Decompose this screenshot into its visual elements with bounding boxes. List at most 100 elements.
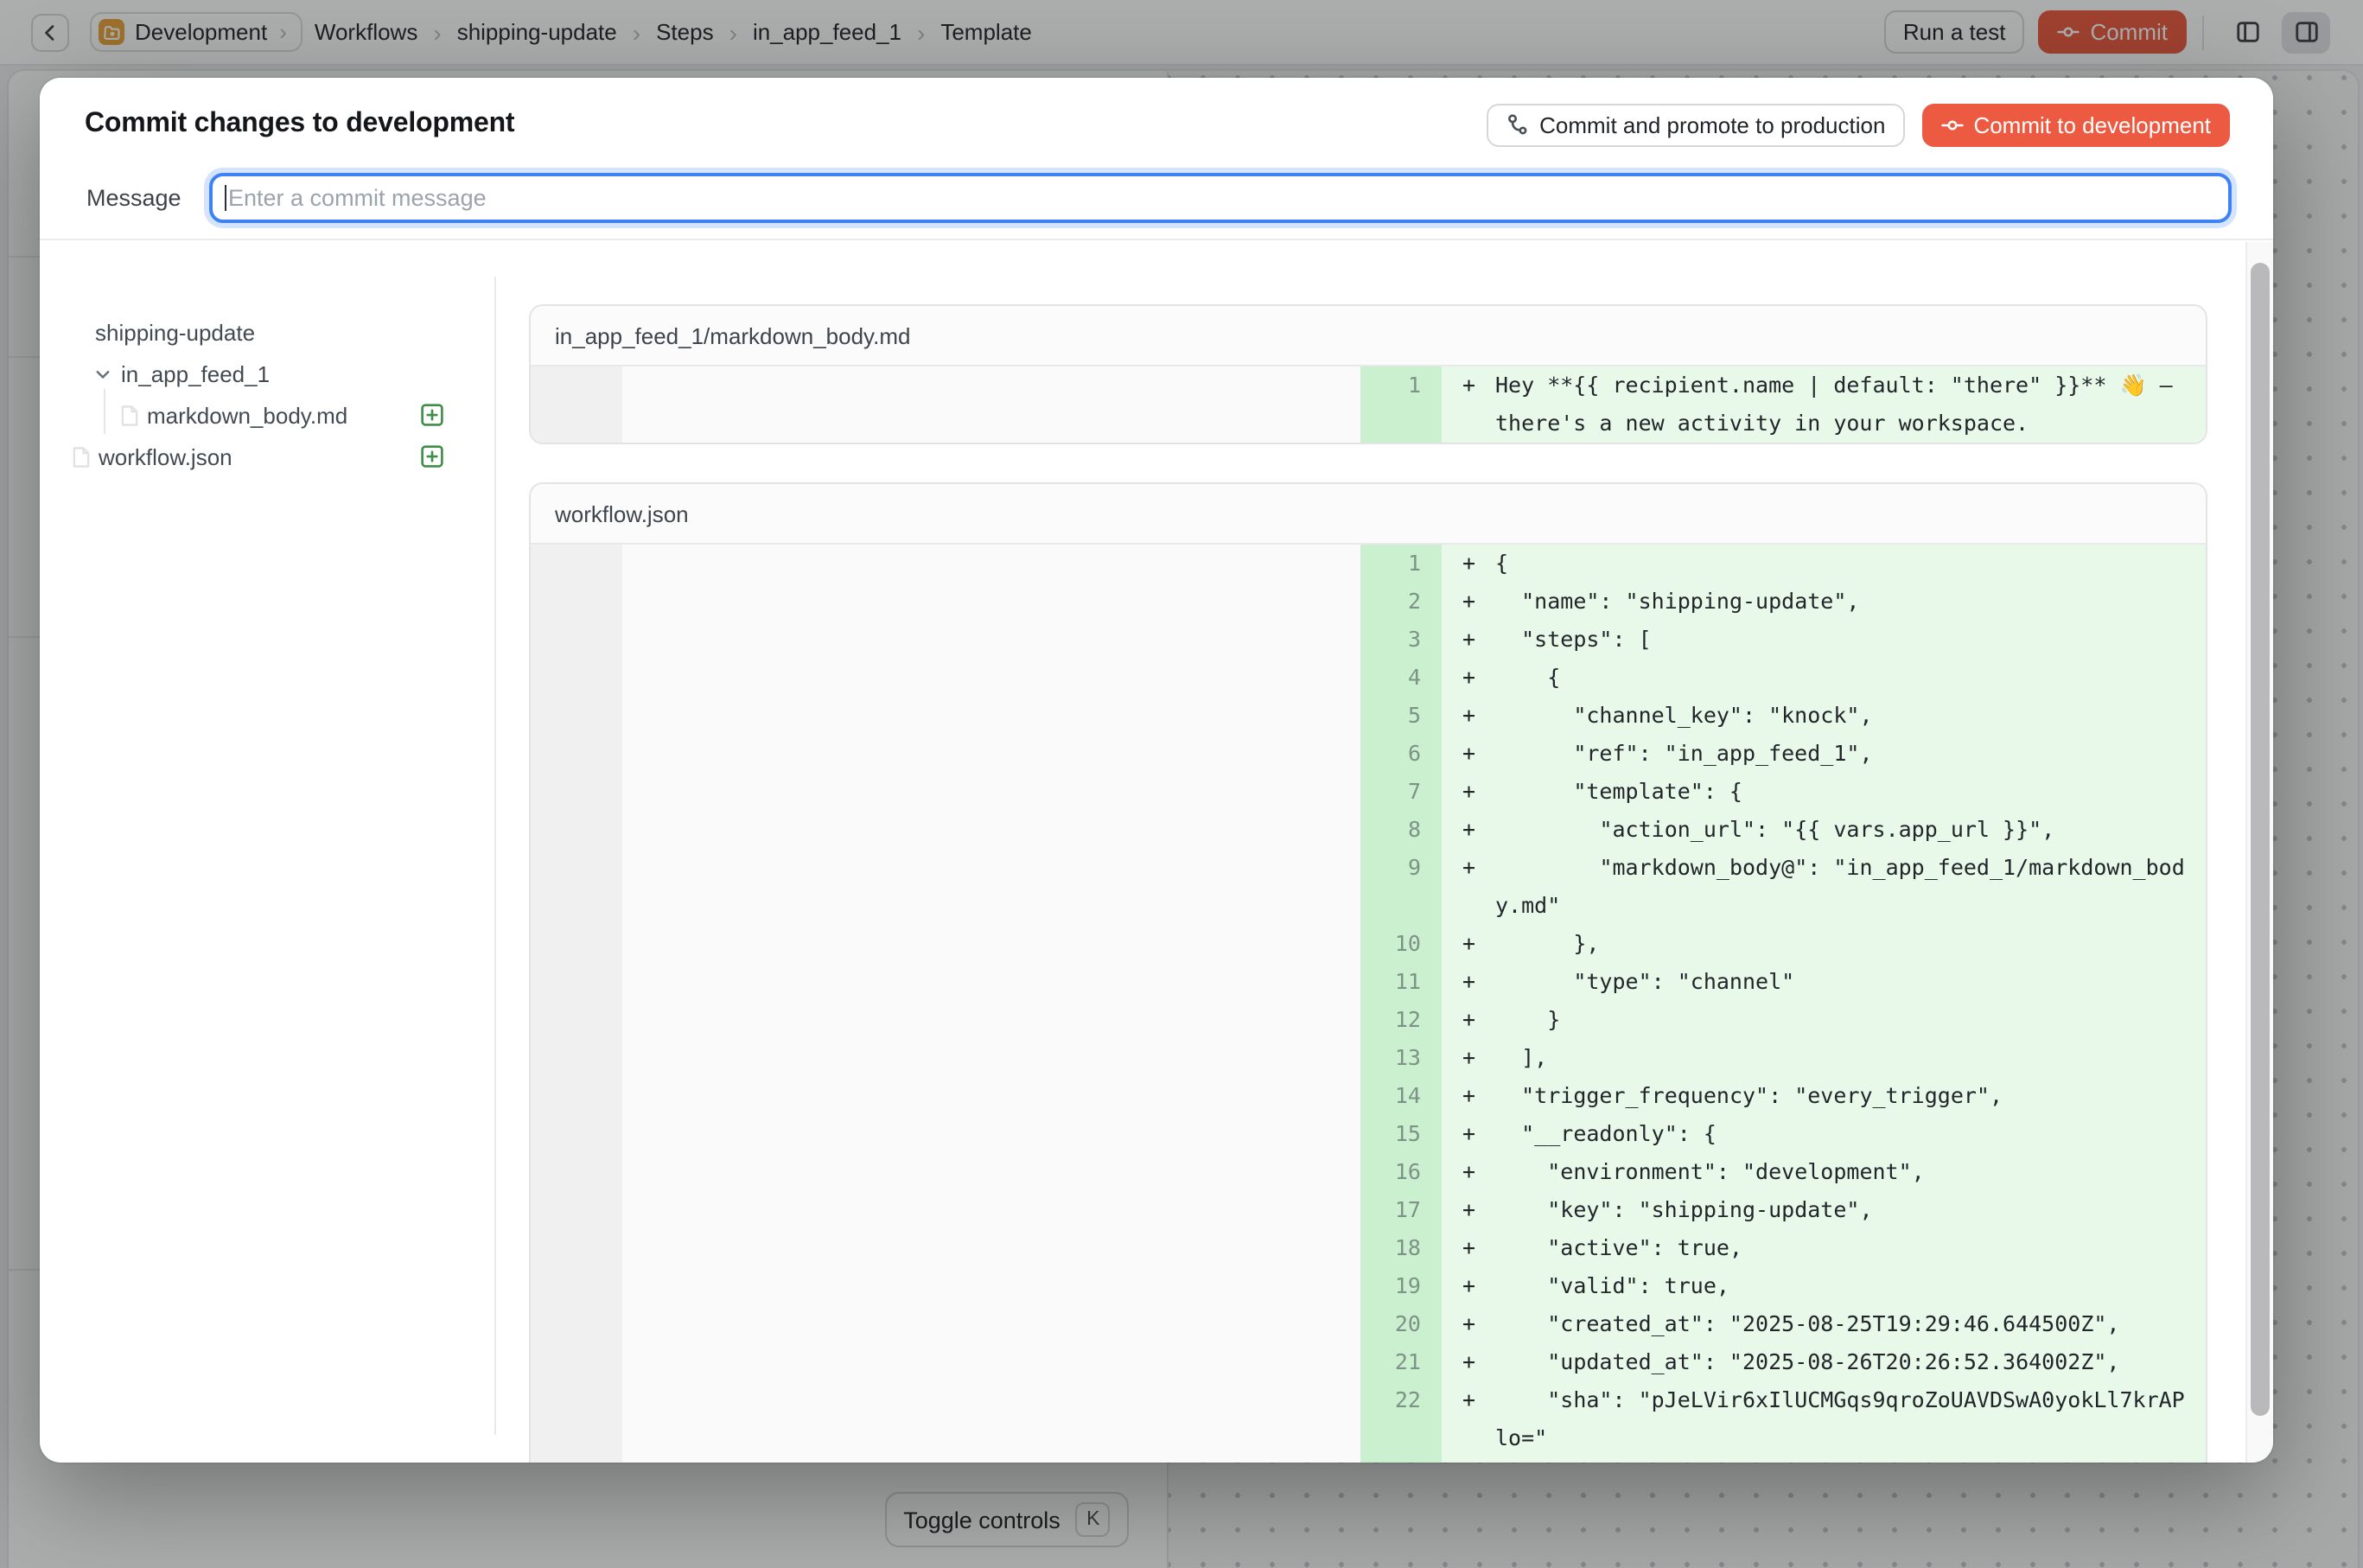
diff-added-sign: +	[1462, 367, 1475, 405]
diff-added-sign: +	[1462, 1153, 1475, 1191]
diff-line-number: 9	[1360, 849, 1442, 925]
diff-added-sign: +	[1462, 1267, 1475, 1305]
diff-line-code: + }	[1442, 1457, 2206, 1463]
diff-old-content	[622, 367, 1360, 443]
scrollbar-thumb[interactable]	[2251, 263, 2270, 1416]
added-file-badge	[420, 444, 444, 468]
diff-code-text: {	[1495, 550, 1508, 576]
diff-line-code: +{	[1442, 545, 2206, 583]
diff-line: 3+ "steps": [	[1360, 621, 2206, 659]
tree-folder-in-app-feed[interactable]: in_app_feed_1	[40, 353, 496, 394]
diff-line: 20+ "created_at": "2025-08-25T19:29:46.6…	[1360, 1305, 2206, 1343]
diff-line: 7+ "template": {	[1360, 773, 2206, 811]
diff-line-code: + "key": "shipping-update",	[1442, 1191, 2206, 1229]
diff-line-number: 14	[1360, 1077, 1442, 1115]
diff-line-number: 13	[1360, 1039, 1442, 1077]
diff-line-number: 21	[1360, 1343, 1442, 1381]
diff-line-code: + "sha": "pJeLVir6xIlUCMGqs9qroZoUAVDSwA…	[1442, 1381, 2206, 1457]
diff-code-text: "ref": "in_app_feed_1",	[1495, 740, 1873, 766]
diff-code-text: "environment": "development",	[1495, 1158, 1925, 1184]
diff-line-code: + "created_at": "2025-08-25T19:29:46.644…	[1442, 1305, 2206, 1343]
diff-added-sign: +	[1462, 1381, 1475, 1419]
diff-line: 17+ "key": "shipping-update",	[1360, 1191, 2206, 1229]
tree-root-workflow[interactable]: shipping-update	[40, 311, 496, 353]
git-commit-icon	[1940, 113, 1963, 136]
diff-line-code: + "valid": true,	[1442, 1267, 2206, 1305]
diff-line-number: 15	[1360, 1115, 1442, 1153]
diff-line-number: 16	[1360, 1153, 1442, 1191]
diff-old-gutter	[531, 545, 622, 1463]
diff-line: 18+ "active": true,	[1360, 1229, 2206, 1267]
commit-message-input[interactable]	[209, 173, 2232, 223]
diff-added-sign: +	[1462, 811, 1475, 849]
diff-line-number: 7	[1360, 773, 1442, 811]
diff-line-code: + "template": {	[1442, 773, 2206, 811]
diff-added-sign: +	[1462, 1115, 1475, 1153]
diff-line: 16 + "environment": "development",	[1360, 1153, 2206, 1191]
diff-code-text: "template": {	[1495, 778, 1742, 804]
tree-folder-label: in_app_feed_1	[121, 360, 270, 386]
diff-line: 15+ "__readonly": {	[1360, 1115, 2206, 1153]
diff-added-sign: +	[1462, 1077, 1475, 1115]
modal-header: Commit changes to development Commit and…	[40, 78, 2273, 240]
commit-to-development-button[interactable]: Commit to development	[1921, 103, 2230, 146]
diff-line-number: 20	[1360, 1305, 1442, 1343]
diff-line: 22+ "sha": "pJeLVir6xIlUCMGqs9qroZoUAVDS…	[1360, 1381, 2206, 1457]
diff-line-code: + ],	[1442, 1039, 2206, 1077]
diff-line-code: + "active": true,	[1442, 1229, 2206, 1267]
diff-code-text: },	[1495, 930, 1599, 956]
screen: Development › Workflows›shipping-update›…	[0, 0, 2363, 1568]
message-input-wrap	[209, 173, 2232, 223]
diff-line-code: + "channel_key": "knock",	[1442, 697, 2206, 735]
diff-line-code: + "updated_at": "2025-08-26T20:26:52.364…	[1442, 1343, 2206, 1381]
diff-added-sign: +	[1462, 1191, 1475, 1229]
diff-code-text: "updated_at": "2025-08-26T20:26:52.36400…	[1495, 1348, 2120, 1374]
tree-file-label: markdown_body.md	[147, 402, 347, 428]
diff-code-text: {	[1495, 664, 1560, 690]
diff-line: 12+ }	[1360, 1001, 2206, 1039]
diff-line-number: 11	[1360, 963, 1442, 1001]
diff-line-number: 23	[1360, 1457, 1442, 1463]
diff-added-sign: +	[1462, 545, 1475, 583]
diff-line-code: + "steps": [	[1442, 621, 2206, 659]
message-label: Message	[86, 185, 209, 211]
diff-line-code: + "type": "channel"	[1442, 963, 2206, 1001]
diff-line-number: 5	[1360, 697, 1442, 735]
diff-filename: workflow.json	[531, 484, 2206, 545]
diff-body: 1+{2+ "name": "shipping-update",3+ "step…	[531, 545, 2206, 1463]
tree-file-workflow-json[interactable]: workflow.json	[40, 436, 496, 477]
diff-line-code: +Hey **{{ recipient.name | default: "the…	[1442, 367, 2206, 443]
diff-line-number: 10	[1360, 925, 1442, 963]
git-promote-icon	[1505, 112, 1529, 137]
diff-code-text: "markdown_body@": "in_app_feed_1/markdow…	[1495, 854, 2185, 918]
diff-panel: workflow.json1+{2+ "name": "shipping-upd…	[529, 482, 2207, 1463]
diff-filename: in_app_feed_1/markdown_body.md	[531, 306, 2206, 367]
commit-and-promote-button[interactable]: Commit and promote to production	[1486, 103, 1904, 146]
tree-file-markdown-body[interactable]: markdown_body.md	[40, 394, 496, 436]
diff-line-code: + "__readonly": {	[1442, 1115, 2206, 1153]
diff-line-number: 4	[1360, 659, 1442, 697]
diff-line-number: 1	[1360, 367, 1442, 443]
diff-line: 1+Hey **{{ recipient.name | default: "th…	[1360, 367, 2206, 443]
diff-new-side: 1+Hey **{{ recipient.name | default: "th…	[1360, 367, 2206, 443]
commit-modal: Commit changes to development Commit and…	[40, 78, 2273, 1463]
diff-line: 14+ "trigger_frequency": "every_trigger"…	[1360, 1077, 2206, 1115]
diff-old-content	[622, 545, 1360, 1463]
diff-panel: in_app_feed_1/markdown_body.md1+Hey **{{…	[529, 304, 2207, 444]
diff-old-side	[531, 545, 1360, 1463]
diff-line-number: 19	[1360, 1267, 1442, 1305]
diff-line: 1+{	[1360, 545, 2206, 583]
diff-code-text: "__readonly": {	[1495, 1120, 1717, 1146]
diff-code-text: "created_at": "2025-08-25T19:29:46.64450…	[1495, 1310, 2120, 1336]
modal-scrollbar[interactable]	[2245, 242, 2273, 1463]
diff-line-code: + }	[1442, 1001, 2206, 1039]
diff-line: 4+ {	[1360, 659, 2206, 697]
diff-line-code: + "ref": "in_app_feed_1",	[1442, 735, 2206, 773]
file-tree: shipping-update in_app_feed_1 markdown_b…	[40, 242, 496, 1463]
diff-code-text: ],	[1495, 1044, 1547, 1070]
diff-line: 2+ "name": "shipping-update",	[1360, 583, 2206, 621]
diff-line-number: 17	[1360, 1191, 1442, 1229]
tree-file-label: workflow.json	[99, 443, 232, 469]
diff-line-number: 12	[1360, 1001, 1442, 1039]
diff-line-number: 6	[1360, 735, 1442, 773]
